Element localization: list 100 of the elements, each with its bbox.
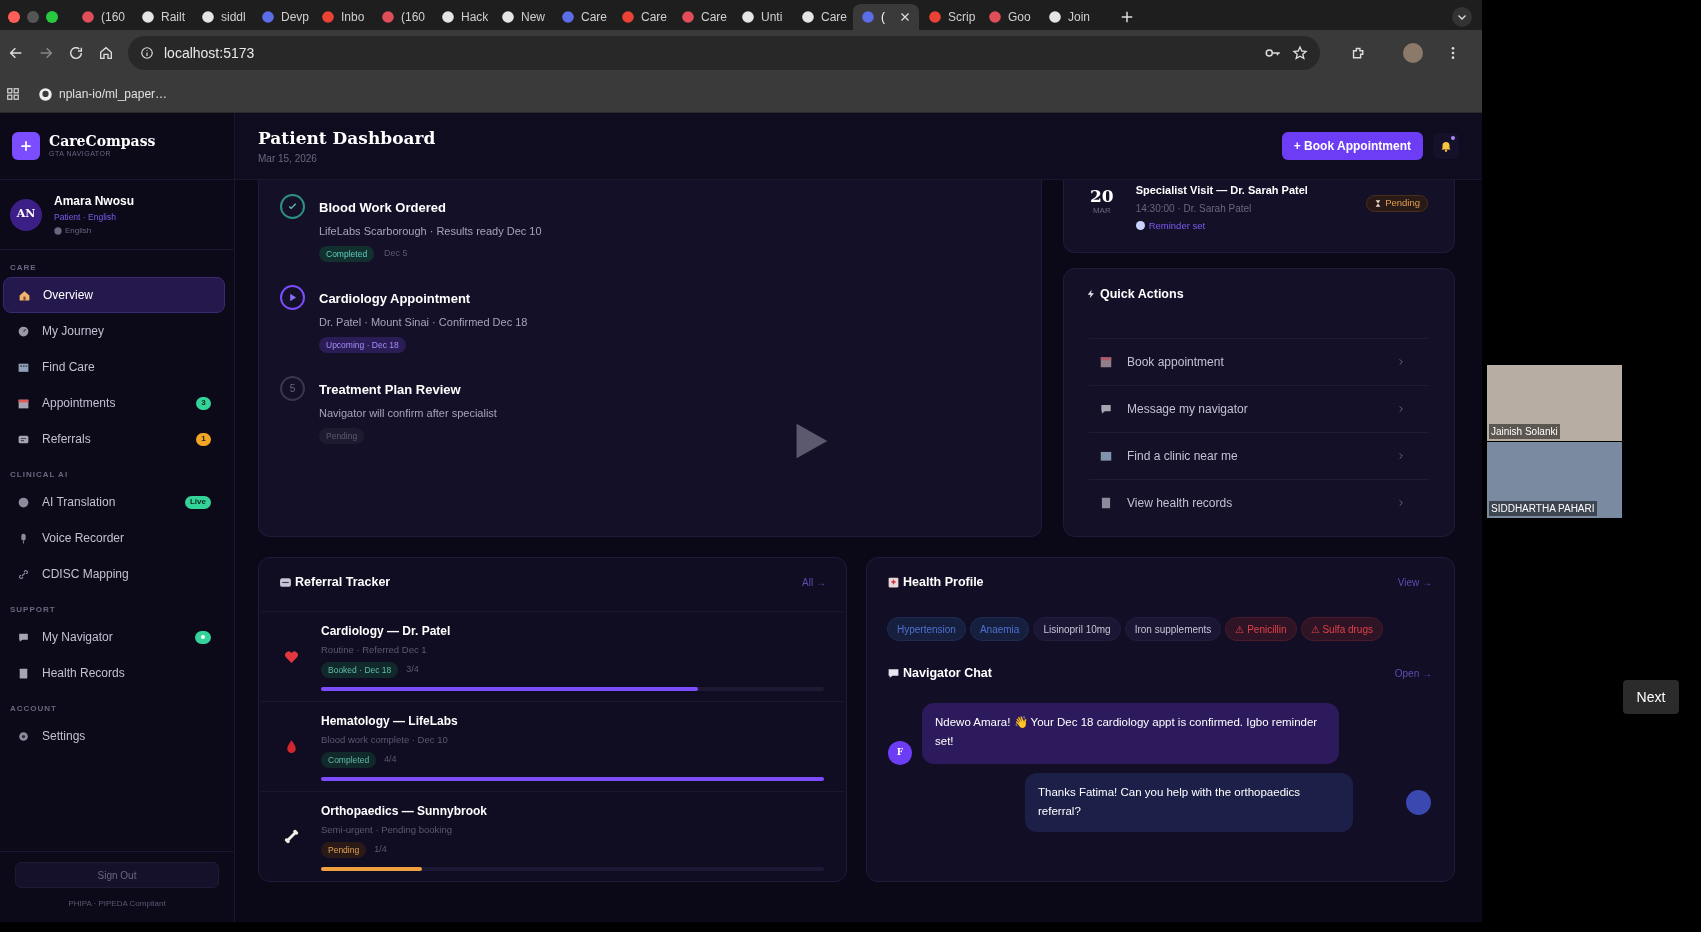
sidebar-item[interactable]: Settings [3,718,225,754]
participant-name: Jainish Solanki [1489,424,1560,439]
favicon-icon [141,10,155,24]
browser-tab[interactable]: Scrip [920,4,979,30]
quick-action-item[interactable]: Find a clinic near me [1089,431,1429,479]
favicon-icon [501,10,515,24]
notifications-button[interactable] [1433,133,1459,159]
compliance-note: PHIPA · PIPEDA Compliant [68,898,166,910]
back-icon[interactable] [8,45,24,61]
referral-detail: Semi-urgent · Pending booking [321,822,453,837]
sidebar-item[interactable]: Referrals 1 [3,421,225,457]
status-tag: Completed [319,246,375,262]
sidebar-item[interactable]: Health Records [3,655,225,691]
referral-progress-text: 4/4 [384,753,397,767]
appointment-title: Specialist Visit — Dr. Sarah Patel [1135,183,1308,198]
browser-tab[interactable]: Devp [253,4,312,30]
sidebar-item[interactable]: My Navigator [3,619,225,655]
favicon-icon [741,10,755,24]
hourglass-icon [1374,199,1383,208]
appointment-month: MAR [1092,205,1111,217]
window-close-button[interactable] [8,11,20,23]
site-info-icon[interactable] [140,46,154,60]
hospital-icon [887,575,900,589]
brand-name: CareCompass [49,132,156,149]
health-tag: Anaemia [969,617,1030,641]
browser-tab[interactable]: Care [613,4,672,30]
close-icon[interactable] [899,11,911,23]
browser-tab[interactable]: Hack [433,4,492,30]
circle-icon [17,495,30,509]
step-title: Treatment Plan Review [319,381,462,399]
favicon-icon [988,10,1002,24]
logo-icon [12,132,40,160]
browser-tab[interactable]: siddl [193,4,252,30]
book-appointment-button[interactable]: + Book Appointment [1281,132,1423,160]
chevron-right-icon [1397,357,1405,366]
browser-tab[interactable]: Unti [733,4,792,30]
heart-icon [282,648,300,665]
apps-grid-icon[interactable] [6,87,20,101]
status-tag: Booked · Dec 18 [321,662,399,679]
new-tab-icon[interactable] [1120,10,1134,24]
sidebar-item[interactable]: Overview [3,277,225,313]
star-icon[interactable] [1292,45,1308,61]
bookmark[interactable]: nplan-io/ml_paper… [38,85,168,103]
health-tag: Iron supplements [1124,617,1222,641]
browser-tab[interactable]: Join [1040,4,1099,30]
user-name: Amara Nwosu [54,193,135,211]
browser-tab[interactable]: (160 [373,4,432,30]
forward-icon[interactable] [38,45,54,61]
card-title: Referral Tracker [295,573,391,591]
user-language: English [65,224,92,237]
patient-message: Thanks Fatima! Can you help with the orthopaedics referral? [1025,773,1353,832]
speech-bubble-icon [887,666,900,680]
sidebar-item[interactable]: AI Translation Live [3,484,225,520]
browser-tab[interactable]: Goo [980,4,1039,30]
sidebar-item[interactable]: Voice Recorder [3,520,225,556]
house-icon [18,288,31,302]
browser-tab[interactable]: Care [673,4,732,30]
page-date: Mar 15, 2026 [258,152,318,167]
bone-icon [282,828,300,845]
step-date: Dec 5 [384,247,408,261]
sidebar-item[interactable]: Find Care [3,349,225,385]
section-label: CLINICAL AI [9,469,70,481]
referral-detail: Routine · Referred Dec 1 [321,642,428,657]
profile-avatar[interactable] [1403,43,1423,63]
globe-icon [54,226,62,235]
window-maximize-button[interactable] [46,11,58,23]
quick-action-item[interactable]: View health records [1089,478,1429,526]
chevron-down-icon[interactable] [1452,7,1472,27]
next-button[interactable]: Next [1623,680,1679,714]
health-tag: ⚠ Sulfa drugs [1300,617,1383,641]
home-icon[interactable] [98,45,114,61]
quick-action-item[interactable]: Message my navigator [1089,384,1429,432]
browser-tab[interactable]: ( [853,4,919,30]
favicon-icon [81,10,95,24]
calendar-icon [1099,354,1113,369]
favicon-icon [261,10,275,24]
sidebar-item[interactable]: My Journey [3,313,225,349]
navigator-avatar: F [888,741,912,765]
browser-tab[interactable]: Railt [133,4,192,30]
section-label: SUPPORT [9,604,57,616]
browser-tab[interactable]: Care [553,4,612,30]
browser-tab[interactable]: (160 [73,4,132,30]
favicon-icon [928,10,942,24]
sidebar-item[interactable]: Appointments 3 [3,385,225,421]
address-bar[interactable]: localhost:5173 [128,36,1320,70]
page-title: Patient Dashboard [258,126,436,150]
referral-title: Orthopaedics — Sunnybrook [321,802,489,820]
referral-title: Cardiology — Dr. Patel [321,622,452,640]
sidebar-item[interactable]: CDISC Mapping [3,556,225,592]
status-tag: Pending [319,428,365,444]
referral-detail: Blood work complete · Dec 10 [321,732,449,747]
reload-icon[interactable] [68,45,84,61]
browser-tab[interactable]: Inbo [313,4,372,30]
browser-tab[interactable]: Care [793,4,852,30]
browser-tab[interactable]: New [493,4,552,30]
quick-action-item[interactable]: Book appointment [1089,337,1429,385]
favicon-icon [1048,10,1062,24]
participant-name: SIDDHARTHA PAHARI [1489,501,1597,516]
reminder-text: Reminder set [1148,218,1206,233]
card-title: Navigator Chat [903,664,992,682]
